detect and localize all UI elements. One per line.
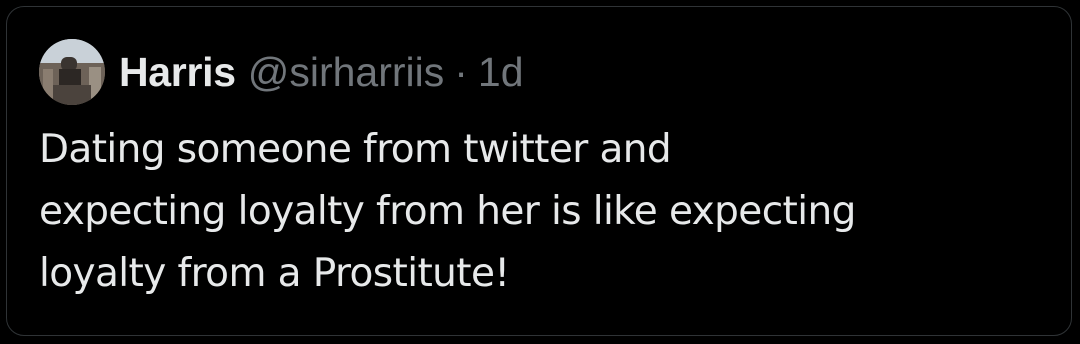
- author-handle[interactable]: @sirharriis: [248, 49, 445, 96]
- tweet-card[interactable]: Harris @sirharriis · 1d Dating someone f…: [6, 6, 1072, 336]
- tweet-text-line-1: Dating someone from twitter and: [39, 127, 672, 172]
- tweet-text-line-2: expecting loyalty from her is like expec…: [39, 189, 856, 234]
- tweet-text: Dating someone from twitter and expectin…: [39, 119, 1049, 305]
- avatar[interactable]: [39, 39, 105, 105]
- author-name[interactable]: Harris: [119, 49, 236, 96]
- avatar-photo-icon: [39, 39, 105, 105]
- tweet-timestamp[interactable]: 1d: [478, 49, 524, 96]
- separator-dot: ·: [454, 48, 468, 95]
- tweet-text-line-3: loyalty from a Prostitute!: [39, 251, 510, 296]
- tweet-header: Harris @sirharriis · 1d: [39, 37, 524, 107]
